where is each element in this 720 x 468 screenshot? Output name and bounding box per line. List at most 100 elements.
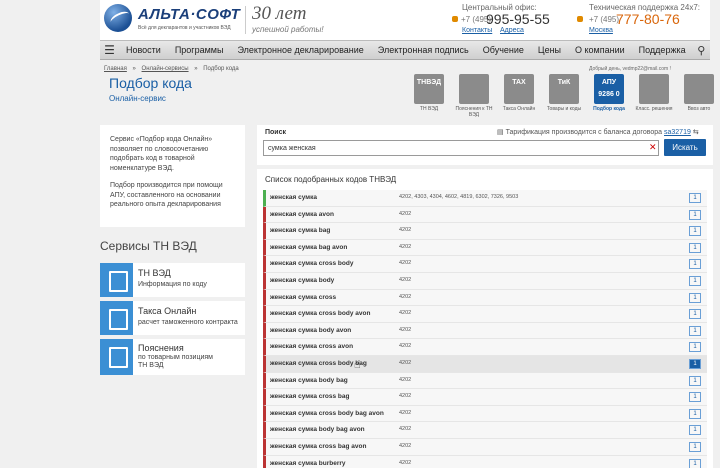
contacts-link[interactable]: Контакты	[462, 27, 492, 34]
result-count-badge[interactable]: 1	[689, 292, 701, 303]
search-icon[interactable]: ⚲	[693, 44, 710, 57]
result-name[interactable]: женская сумка	[270, 194, 317, 201]
nav-item-e-declaration[interactable]: Электронное декларирование	[230, 45, 370, 55]
result-name[interactable]: женская сумка body bag	[270, 377, 348, 384]
nav-item-support[interactable]: Поддержка	[632, 45, 693, 55]
nav-item-training[interactable]: Обучение	[476, 45, 531, 55]
car-icon	[684, 74, 714, 104]
tile-tnved[interactable]: ТНВЭД ТН ВЭД	[410, 74, 448, 112]
support-phone[interactable]: 777-80-76	[616, 11, 680, 27]
goods-icon: ТиК	[549, 74, 579, 104]
result-count-badge[interactable]: 1	[689, 408, 701, 419]
result-name[interactable]: женская сумка burberry	[270, 460, 346, 467]
clear-icon[interactable]: ✕	[649, 142, 657, 153]
result-count-badge[interactable]: 1	[689, 259, 701, 270]
nav-item-about[interactable]: О компании	[568, 45, 632, 55]
clipboard-icon	[639, 74, 669, 104]
result-name[interactable]: женская сумка cross bag	[270, 393, 349, 400]
contract-link[interactable]: sa32719	[664, 129, 691, 136]
nav-item-news[interactable]: Новости	[119, 45, 168, 55]
calculator-icon: TAX	[504, 74, 534, 104]
tile-car-import[interactable]: Ввоз авто	[680, 74, 718, 112]
tile-classification[interactable]: Класс. решения	[635, 74, 673, 112]
logo-icon[interactable]	[104, 4, 132, 32]
tile-code-selection[interactable]: АПУ 9286 0 Подбор кода	[590, 74, 628, 112]
table-row[interactable]: женская сумка body avon 4202 1	[263, 322, 707, 340]
result-name[interactable]: женская сумка cross body avon	[270, 310, 370, 317]
tile-explanations[interactable]: Пояснения к ТН ВЭД	[455, 74, 493, 118]
table-row[interactable]: женская сумка 4202, 4303, 4304, 4602, 481…	[263, 190, 707, 207]
result-name[interactable]: женская сумка cross avon	[270, 343, 353, 350]
nav-item-programs[interactable]: Программы	[168, 45, 231, 55]
logo-subtitle: Всё для декларантов и участников ВЭД	[138, 25, 231, 31]
table-row[interactable]: женская сумка cross body avon 4202 1	[263, 306, 707, 323]
result-codes: 4202	[399, 243, 412, 250]
table-row[interactable]: женская сумка burberry 4202 1	[263, 455, 707, 468]
table-row[interactable]: женская сумка cross avon 4202 1	[263, 339, 707, 356]
menu-icon[interactable]: ☰	[100, 43, 119, 57]
table-row[interactable]: женская сумка body bag avon 4202 1	[263, 422, 707, 439]
result-count-badge[interactable]: 1	[689, 358, 701, 369]
result-count-badge[interactable]: 1	[689, 309, 701, 320]
breadcrumb-online-services[interactable]: Онлайн-сервисы	[142, 66, 189, 72]
result-name[interactable]: женская сумка avon	[270, 211, 334, 218]
support-city-link[interactable]: Москва	[589, 27, 613, 34]
search-input[interactable]	[263, 140, 659, 156]
table-row[interactable]: женская сумка bag 4202 1	[263, 223, 707, 240]
tile-label: Подбор кода	[593, 106, 625, 112]
result-name[interactable]: женская сумка body avon	[270, 327, 351, 334]
table-row[interactable]: женская сумка cross body 4202 1	[263, 256, 707, 273]
service-card-tax[interactable]: Такса Онлайн расчет таможенного контракт…	[100, 301, 245, 335]
result-count-badge[interactable]: 1	[689, 193, 701, 203]
result-name[interactable]: женская сумка bag avon	[270, 244, 347, 251]
nav-item-e-signature[interactable]: Электронная подпись	[371, 45, 476, 55]
tile-tax-online[interactable]: TAX Такса Онлайн	[500, 74, 538, 112]
result-name[interactable]: женская сумка bag	[270, 227, 330, 234]
result-count-badge[interactable]: 1	[689, 392, 701, 403]
result-count-badge[interactable]: 1	[689, 441, 701, 452]
search-panel: Поиск ▤ Тарификация производится с балан…	[257, 125, 713, 165]
table-row[interactable]: женская сумка cross body bag 4202 1	[263, 355, 707, 373]
table-row[interactable]: женская сумка cross 4202 1	[263, 289, 707, 307]
table-row[interactable]: женская сумка cross bag avon 4202 1	[263, 438, 707, 456]
nav-item-prices[interactable]: Цены	[531, 45, 568, 55]
service-tiles: ТНВЭД ТН ВЭД Пояснения к ТН ВЭД TAX Такс…	[410, 74, 720, 119]
result-count-badge[interactable]: 1	[689, 209, 701, 220]
result-codes: 4202	[399, 210, 412, 217]
table-row[interactable]: женская сумка cross bag 4202 1	[263, 389, 707, 406]
result-count-badge[interactable]: 1	[689, 458, 701, 468]
calculator-icon	[100, 301, 133, 335]
service-card-tnved[interactable]: ТН ВЭД Информация по коду	[100, 263, 245, 297]
result-name[interactable]: женская сумка cross body	[270, 260, 353, 267]
service-card-title: Такса Онлайн	[138, 306, 197, 316]
addresses-link[interactable]: Адреса	[500, 27, 524, 34]
result-count-badge[interactable]: 1	[689, 375, 701, 386]
service-card-desc: расчет таможенного контракта	[138, 319, 238, 326]
result-count-badge[interactable]: 1	[689, 325, 701, 336]
user-greeting[interactable]: Добрый день, vedmp22@mail.com !	[589, 66, 671, 72]
table-row[interactable]: женская сумка avon 4202 1	[263, 206, 707, 224]
result-name[interactable]: женская сумка cross body bag	[270, 360, 367, 367]
tile-goods-codes[interactable]: ТиК Товары и коды	[545, 74, 583, 112]
result-codes: 4202	[399, 409, 412, 416]
table-row[interactable]: женская сумка bag avon 4202 1	[263, 239, 707, 257]
office-phone[interactable]: 995-95-55	[486, 11, 550, 27]
refresh-icon[interactable]: ⇆	[693, 129, 699, 136]
result-count-badge[interactable]: 1	[689, 242, 701, 253]
table-row[interactable]: женская сумка body bag 4202 1	[263, 372, 707, 390]
result-name[interactable]: женская сумка body	[270, 277, 334, 284]
result-name[interactable]: женская сумка cross bag avon	[270, 443, 366, 450]
result-count-badge[interactable]: 1	[689, 226, 701, 237]
result-count-badge[interactable]: 1	[689, 342, 701, 353]
table-row[interactable]: женская сумка cross body bag avon 4202 1	[263, 405, 707, 423]
service-card-explanations[interactable]: Пояснения по товарным позициям ТН ВЭД	[100, 339, 245, 375]
result-count-badge[interactable]: 1	[689, 275, 701, 286]
result-count-badge[interactable]: 1	[689, 425, 701, 436]
logo-text[interactable]: АЛЬТА·СОФТ	[138, 6, 240, 23]
search-button[interactable]: Искать	[664, 139, 706, 156]
result-name[interactable]: женская сумка cross body bag avon	[270, 410, 384, 417]
table-row[interactable]: женская сумка body 4202 1	[263, 272, 707, 290]
breadcrumb-home[interactable]: Главная	[104, 66, 127, 72]
result-name[interactable]: женская сумка body bag avon	[270, 426, 365, 433]
result-name[interactable]: женская сумка cross	[270, 294, 336, 301]
